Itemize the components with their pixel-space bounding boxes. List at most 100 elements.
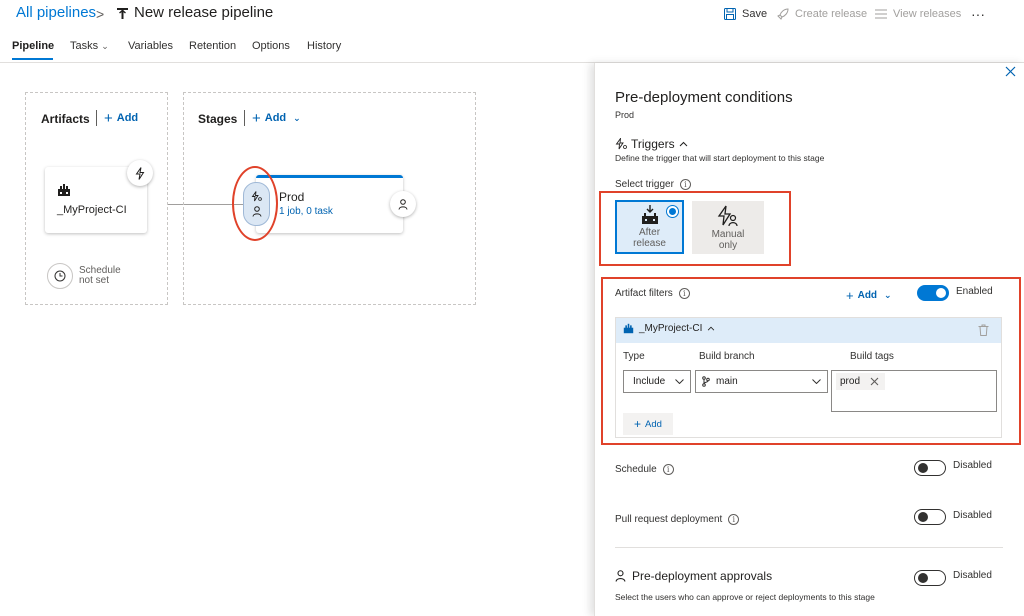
triggers-section-toggle[interactable]: Triggers xyxy=(615,137,688,151)
plus-icon: + xyxy=(104,109,113,127)
breadcrumb-all-pipelines[interactable]: All pipelines xyxy=(16,4,96,21)
pull-request-toggle-state: Disabled xyxy=(953,510,992,521)
tag-pill-label: prod xyxy=(840,376,861,387)
add-filter-row-label: Add xyxy=(645,418,662,430)
lightning-icon xyxy=(135,166,145,180)
build-branch-value: main xyxy=(716,376,738,387)
add-artifact-button[interactable]: + Add xyxy=(104,109,139,127)
pull-request-row-label: Pull request deployment i xyxy=(615,514,740,525)
schedule-label: Schedule not set xyxy=(79,266,121,286)
trigger-option-manual-only[interactable]: Manual only xyxy=(692,201,764,254)
schedule-row-text: Schedule xyxy=(615,464,657,475)
artifact-filters-toggle[interactable] xyxy=(917,285,949,301)
chevron-up-icon xyxy=(679,141,688,147)
filter-type-value: Include xyxy=(633,376,666,387)
add-artifact-filter-label: Add xyxy=(857,290,878,301)
chevron-down-icon: ⌄ xyxy=(293,112,301,123)
radio-selected-icon xyxy=(666,205,679,218)
schedule-label-line2: not set xyxy=(79,275,110,286)
after-release-line1: After xyxy=(638,227,661,238)
stages-heading: Stages xyxy=(198,112,238,126)
add-artifact-filter-button[interactable]: + Add ⌄ xyxy=(846,287,892,303)
stage-name[interactable]: Prod xyxy=(279,190,304,204)
info-icon[interactable]: i xyxy=(678,288,690,299)
add-stage-button[interactable]: + Add ⌄ xyxy=(252,111,301,126)
close-icon xyxy=(1005,66,1016,77)
chevron-down-icon: ⌄ xyxy=(884,290,892,300)
chevron-down-icon xyxy=(812,379,821,384)
tab-options[interactable]: Options xyxy=(252,40,290,52)
branch-icon xyxy=(702,376,710,387)
page-title[interactable]: New release pipeline xyxy=(134,4,273,21)
artifact-filters-text: Artifact filters xyxy=(615,288,673,299)
save-button[interactable]: Save xyxy=(724,8,767,20)
more-actions-button[interactable]: ··· xyxy=(971,6,985,22)
plus-icon: + xyxy=(846,287,854,303)
info-icon[interactable]: i xyxy=(728,514,740,525)
manual-only-line2: only xyxy=(718,240,738,251)
person-icon xyxy=(398,198,408,210)
tab-history[interactable]: History xyxy=(307,40,341,52)
tab-pipeline[interactable]: Pipeline xyxy=(12,40,54,52)
stage-card-prod[interactable] xyxy=(256,175,403,233)
close-panel-button[interactable] xyxy=(1005,66,1016,77)
approvals-heading: Pre-deployment approvals xyxy=(632,569,773,583)
tab-retention[interactable]: Retention xyxy=(189,40,236,52)
select-trigger-text: Select trigger xyxy=(615,179,674,190)
trigger-option-after-release[interactable]: After release xyxy=(615,200,684,254)
pull-request-row-text: Pull request deployment xyxy=(615,514,723,525)
column-header-build-tags: Build tags xyxy=(850,351,894,362)
build-branch-dropdown[interactable]: main xyxy=(695,370,828,393)
build-branch-value-wrap: main xyxy=(702,376,738,387)
remove-tag-button[interactable] xyxy=(870,377,879,386)
approvals-toggle[interactable] xyxy=(914,570,946,586)
approvals-description: Select the users who can approve or reje… xyxy=(615,592,875,602)
lightning-person-icon xyxy=(716,205,738,227)
heading-divider xyxy=(96,110,97,126)
artifact-filters-toggle-state: Enabled xyxy=(956,286,993,297)
continuous-deployment-trigger-button[interactable] xyxy=(127,160,153,186)
info-icon[interactable]: i xyxy=(679,179,691,190)
heading-divider xyxy=(244,110,245,126)
highlight-ellipse xyxy=(232,166,278,241)
list-icon xyxy=(875,9,887,19)
approvals-row-label: Pre-deployment approvals xyxy=(615,569,772,583)
filter-type-dropdown[interactable]: Include xyxy=(623,370,691,393)
artifact-filters-label: Artifact filters i xyxy=(615,288,690,299)
pull-request-toggle[interactable] xyxy=(914,509,946,525)
artifact-filter-title[interactable]: _MyProject-CI xyxy=(623,323,715,334)
artifact-name[interactable]: _MyProject-CI xyxy=(57,204,127,216)
panel-subtitle: Prod xyxy=(615,110,635,120)
build-artifact-icon xyxy=(57,183,71,197)
schedule-button[interactable] xyxy=(47,263,73,289)
chevron-down-icon: ⌄ xyxy=(101,41,109,51)
build-artifact-download-icon xyxy=(641,205,659,225)
panel-title: Pre-deployment conditions xyxy=(615,89,793,106)
add-filter-row-button[interactable]: + Add xyxy=(623,413,673,435)
clock-icon xyxy=(54,270,66,282)
tab-tasks[interactable]: Tasks ⌄ xyxy=(70,40,109,52)
schedule-toggle-state: Disabled xyxy=(953,460,992,471)
delete-filter-button[interactable] xyxy=(978,324,989,336)
view-releases-button[interactable]: View releases xyxy=(875,8,961,20)
post-deployment-conditions-button[interactable] xyxy=(390,191,416,217)
manual-only-line1: Manual xyxy=(711,229,745,240)
active-tab-indicator xyxy=(12,58,53,60)
create-release-button[interactable]: Create release xyxy=(777,8,867,20)
add-stage-label: Add xyxy=(264,112,287,124)
person-icon xyxy=(615,570,626,582)
stage-summary-link[interactable]: 1 job, 0 task xyxy=(279,206,333,217)
release-pipeline-icon xyxy=(116,7,129,20)
plus-icon: + xyxy=(634,417,642,431)
tab-variables[interactable]: Variables xyxy=(128,40,173,52)
info-icon[interactable]: i xyxy=(662,464,674,475)
select-trigger-label: Select trigger i xyxy=(615,179,691,190)
column-header-type: Type xyxy=(623,351,645,362)
add-artifact-label: Add xyxy=(116,112,139,124)
view-releases-label: View releases xyxy=(893,8,962,20)
artifacts-heading: Artifacts xyxy=(41,112,90,126)
rocket-icon xyxy=(777,8,789,20)
schedule-toggle[interactable] xyxy=(914,460,946,476)
section-divider xyxy=(615,547,1003,548)
chevron-down-icon xyxy=(675,379,684,384)
